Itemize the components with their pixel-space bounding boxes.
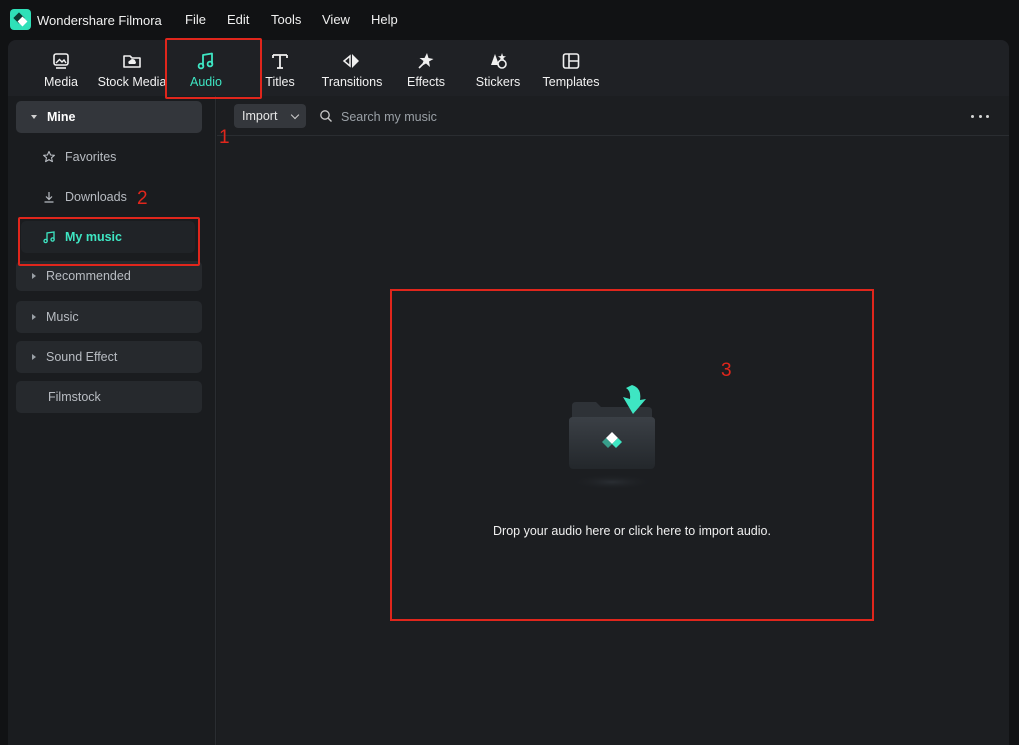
stock-media-icon: [123, 55, 141, 68]
annotation-box-1: [165, 38, 262, 99]
menu-tools[interactable]: Tools: [271, 12, 301, 27]
sidebar-item-music[interactable]: Music: [16, 301, 202, 333]
search-input[interactable]: [341, 107, 641, 127]
media-icon: [53, 53, 69, 69]
sidebar-item-favorites[interactable]: Favorites: [16, 141, 202, 173]
annotation-number-1: 1: [219, 127, 230, 148]
tab-media-label: Media: [43, 75, 79, 89]
caret-right-icon: [32, 314, 36, 320]
drop-instruction-text: Drop your audio here or click here to im…: [493, 524, 771, 538]
search-icon: [320, 110, 332, 122]
import-button[interactable]: Import: [234, 104, 306, 128]
templates-icon: [562, 53, 580, 69]
annotation-box-2: [18, 217, 200, 266]
tab-transitions[interactable]: Transitions: [322, 48, 382, 94]
more-options-button[interactable]: [968, 108, 992, 124]
tab-titles-label: Titles: [265, 75, 295, 89]
sidebar-item-downloads[interactable]: Downloads: [16, 181, 202, 213]
sidebar-item-label: Sound Effect: [46, 350, 118, 364]
sidebar-item-label: Mine: [47, 110, 76, 124]
caret-right-icon: [32, 273, 36, 279]
import-folder-icon: [569, 385, 655, 490]
annotation-number-2: 2: [137, 188, 148, 209]
sidebar-item-label: Favorites: [65, 150, 117, 164]
caret-down-icon: [31, 115, 37, 119]
tab-stickers[interactable]: Stickers: [476, 48, 520, 94]
sidebar-item-label: Recommended: [46, 269, 131, 283]
menu-edit[interactable]: Edit: [227, 12, 249, 27]
tab-titles[interactable]: Titles: [263, 48, 297, 94]
sidebar-item-label: Downloads: [65, 190, 127, 204]
stickers-icon: [491, 53, 507, 69]
tab-transitions-label: Transitions: [321, 75, 383, 89]
download-icon: [44, 192, 54, 203]
tab-templates-label: Templates: [542, 75, 600, 89]
import-button-label: Import: [242, 109, 278, 123]
tab-effects-label: Effects: [407, 75, 445, 89]
menu-view[interactable]: View: [322, 12, 350, 27]
annotation-number-3: 3: [721, 360, 732, 381]
menu-file[interactable]: File: [185, 12, 206, 27]
sidebar-item-sound-effect[interactable]: Sound Effect: [16, 341, 202, 373]
chevron-down-icon: [290, 110, 300, 120]
caret-right-icon: [32, 354, 36, 360]
transitions-icon: [342, 54, 359, 68]
menu-help[interactable]: Help: [371, 12, 398, 27]
star-icon: [43, 150, 55, 163]
sidebar-item-label: Music: [46, 310, 79, 324]
filmora-logo-icon: [10, 9, 31, 30]
dot-icon: [978, 114, 982, 118]
dot-icon: [986, 114, 989, 118]
sidebar-item-label: Filmstock: [48, 390, 101, 404]
tab-effects[interactable]: Effects: [405, 48, 447, 94]
sidebar-item-mine[interactable]: Mine: [16, 101, 202, 133]
tab-stock-media-label: Stock Media: [97, 75, 167, 89]
app-title: Wondershare Filmora: [37, 13, 162, 28]
tab-stickers-label: Stickers: [475, 75, 521, 89]
tab-templates[interactable]: Templates: [542, 48, 600, 94]
titles-icon: [272, 54, 288, 69]
tab-stock-media[interactable]: Stock Media: [98, 48, 166, 94]
effects-icon: [418, 53, 434, 69]
tab-media[interactable]: Media: [42, 48, 80, 94]
dot-icon: [971, 114, 974, 118]
sidebar-item-filmstock[interactable]: Filmstock: [16, 381, 202, 413]
